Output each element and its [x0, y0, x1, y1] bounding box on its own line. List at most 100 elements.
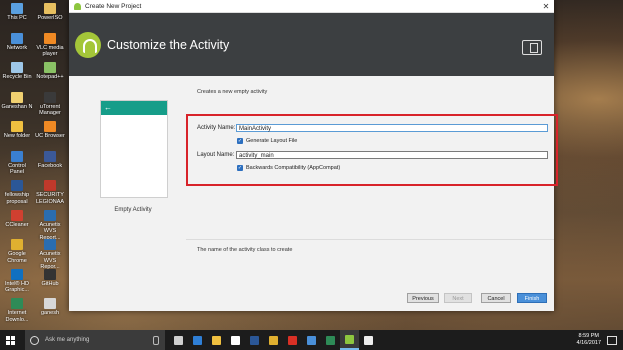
desktop-icon[interactable]: New folder	[1, 121, 33, 140]
clock-date: 4/16/2017	[576, 340, 601, 346]
app-blue-icon	[307, 335, 316, 345]
desktop-icon-label: Intel® HD Graphic...	[5, 280, 29, 294]
app-icon	[44, 150, 56, 162]
taskbar-edge-button[interactable]	[188, 330, 207, 350]
desktop-icon-label: PowerISO	[37, 15, 63, 21]
taskbar-word-button[interactable]	[245, 330, 264, 350]
desktop-icon[interactable]: This PC	[1, 3, 33, 22]
backwards-compat-checkbox[interactable]: ✓ Backwards Compatibility (AppCompat)	[237, 165, 340, 171]
desktop-icon[interactable]: CCleaner	[1, 209, 33, 229]
taskbar-file-explorer-button[interactable]	[207, 330, 226, 350]
clock[interactable]: 8:59 PM 4/16/2017	[577, 333, 601, 347]
app-icon	[44, 239, 56, 250]
previous-button[interactable]: Previous	[407, 293, 439, 303]
file-explorer-icon	[212, 335, 221, 345]
android-studio-icon	[345, 334, 354, 344]
desktop-icon[interactable]: Google Chrome	[1, 239, 33, 264]
app-icon	[11, 239, 23, 250]
help-text: The name of the activity class to create	[197, 247, 293, 253]
taskbar-store-button[interactable]	[226, 330, 245, 350]
desktop-icon-label: fellowship proposal	[4, 192, 30, 205]
desktop-icon[interactable]: Acunetix WVS Report...	[34, 209, 66, 242]
desktop-icon[interactable]: Network	[1, 32, 33, 52]
page-title: Customize the Activity	[107, 37, 230, 52]
desktop-icon[interactable]: Recycle Bin	[1, 62, 33, 81]
desktop-icon-label: Acunetix WVS Report...	[39, 221, 61, 241]
desktop-icon-label: New folder	[3, 133, 31, 139]
desktop-icon[interactable]: Control Panel	[1, 150, 33, 176]
taskbar: Ask me anything 8:59 PM 4/16/2017	[0, 330, 623, 350]
desktop-icon-label: VLC media player	[36, 44, 64, 58]
desktop-icon[interactable]: SECURITY LEGIONAA	[34, 180, 66, 205]
acrobat-icon	[288, 335, 297, 345]
taskbar-apps	[169, 330, 378, 350]
app-icon	[11, 121, 23, 132]
finish-button[interactable]: Finish	[517, 293, 547, 303]
desktop-icon-label: ganesh	[40, 310, 60, 316]
start-button[interactable]	[3, 330, 17, 350]
desktop-icon[interactable]: Acunetix WVS Repor...	[34, 239, 66, 271]
activity-name-input[interactable]: MainActivity	[236, 124, 548, 132]
generate-layout-label: Generate Layout File	[246, 138, 298, 144]
backwards-compat-label: Backwards Compatibility (AppCompat)	[246, 165, 341, 171]
explorer-icon	[326, 335, 335, 345]
cancel-button[interactable]: Cancel	[481, 293, 511, 303]
task-view-icon	[174, 335, 183, 345]
app-icon	[11, 150, 23, 162]
device-frame-icon	[522, 40, 542, 55]
edge-icon	[193, 335, 202, 345]
desktop-icon[interactable]: Notepad++	[34, 62, 66, 81]
activity-preview: ←	[100, 100, 168, 198]
desktop-icon[interactable]: Intel® HD Graphic...	[1, 268, 33, 294]
layout-name-label: Layout Name:	[197, 152, 235, 158]
app-icon	[44, 209, 56, 221]
taskbar-explorer-button[interactable]	[321, 330, 340, 350]
app-icon	[11, 32, 23, 44]
app-icon	[11, 91, 23, 103]
desktop-icon-label: Google Chrome	[7, 251, 27, 264]
cortana-search-box[interactable]: Ask me anything	[25, 330, 165, 350]
desktop-icon-label: Control Panel	[8, 162, 26, 176]
desktop-icon[interactable]: fellowship proposal	[1, 180, 33, 205]
word-icon	[250, 335, 259, 345]
back-arrow-icon: ←	[104, 103, 112, 112]
desktop-icon[interactable]: Ganeshan N	[1, 91, 33, 111]
desktop-icon-label: Internet Downlo...	[5, 310, 29, 323]
taskbar-app-blue-button[interactable]	[302, 330, 321, 350]
activity-name-label: Activity Name:	[197, 125, 236, 131]
desktop-icon[interactable]: PowerISO	[34, 3, 66, 22]
taskbar-media-button[interactable]	[359, 330, 378, 350]
desktop-icon[interactable]: ganesh	[34, 298, 66, 317]
layout-name-input[interactable]: activity_main	[236, 151, 548, 159]
app-icon	[44, 62, 56, 73]
next-button[interactable]: Next	[444, 293, 472, 303]
desktop-icon[interactable]: Internet Downlo...	[1, 298, 33, 323]
desktop-icon[interactable]: UC Browser	[34, 121, 66, 140]
desktop-icon[interactable]: uTorrent Manager	[34, 91, 66, 117]
taskbar-task-view-button[interactable]	[169, 330, 188, 350]
title-bar: Create New Project ✕	[69, 0, 554, 13]
desktop-icon-label: Notepad++	[36, 74, 64, 80]
taskbar-acrobat-button[interactable]	[283, 330, 302, 350]
taskbar-android-studio-button[interactable]	[340, 330, 359, 350]
check-icon: ✓	[237, 165, 243, 171]
action-center-icon[interactable]	[607, 335, 617, 345]
app-icon	[11, 180, 23, 191]
media-icon	[364, 335, 373, 345]
divider	[186, 239, 554, 240]
desktop-icon-label: Acunetix WVS Repor...	[39, 251, 61, 270]
cortana-icon	[30, 335, 39, 345]
desktop-icon[interactable]: Facebook	[34, 150, 66, 170]
desktop-icon-label: Recycle Bin	[2, 74, 32, 80]
app-icon	[11, 62, 23, 73]
activity-description: Creates a new empty activity	[197, 89, 268, 95]
desktop-icon-label: uTorrent Manager	[39, 103, 61, 117]
close-icon[interactable]: ✕	[538, 2, 554, 11]
desktop-icon[interactable]: VLC media player	[34, 32, 66, 58]
taskbar-chrome-button[interactable]	[264, 330, 283, 350]
desktop-icon[interactable]: GitHub	[34, 268, 66, 288]
search-placeholder: Ask me anything	[45, 337, 90, 343]
desktop-icon-label: Ganeshan N	[1, 103, 33, 110]
system-tray: 8:59 PM 4/16/2017	[571, 330, 623, 350]
generate-layout-checkbox[interactable]: ✓ Generate Layout File	[237, 138, 297, 144]
